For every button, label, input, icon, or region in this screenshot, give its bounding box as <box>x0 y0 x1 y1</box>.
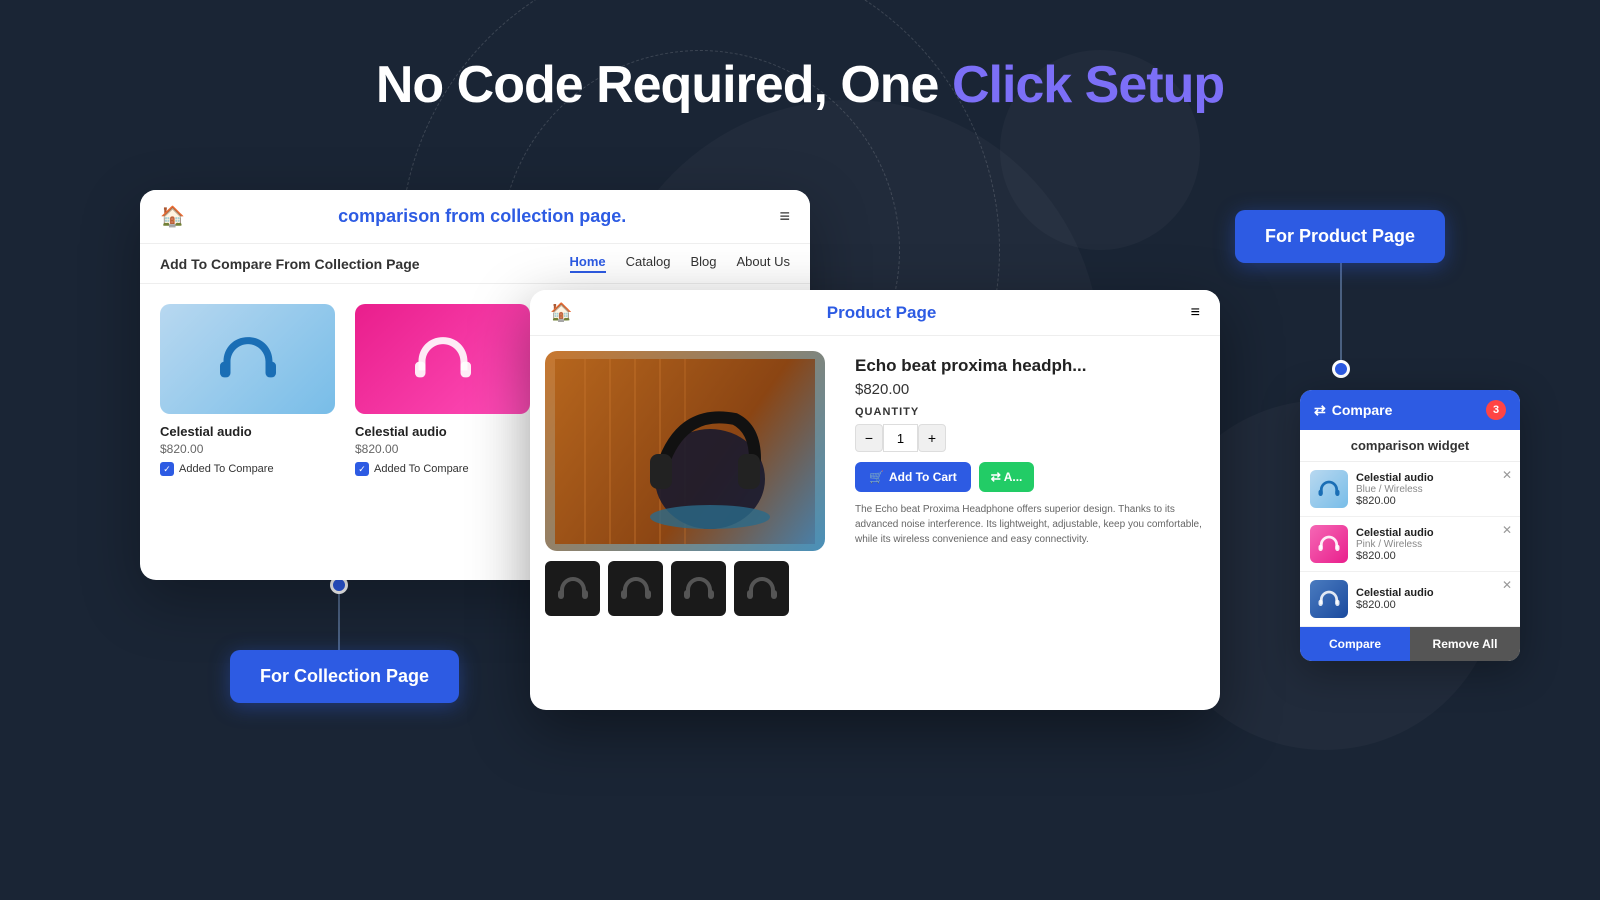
product-layout: Echo beat proxima headph... $820.00 QUAN… <box>545 351 1205 691</box>
product-thumbnails <box>545 561 840 616</box>
product-price-1: $820.00 <box>160 442 335 456</box>
product-description: The Echo beat Proxima Headphone offers s… <box>855 502 1205 547</box>
content-area: 🏠 comparison from collection page. ≡ Add… <box>0 160 1600 900</box>
widget-item-image-1 <box>1310 470 1348 508</box>
widget-item-close-2[interactable]: ✕ <box>1502 523 1512 537</box>
product-name-1: Celestial audio <box>160 424 335 439</box>
product-price-2: $820.00 <box>355 442 530 456</box>
widget-item-image-2 <box>1310 525 1348 563</box>
main-heading: No Code Required, One Click Setup <box>0 0 1600 115</box>
collection-topbar: 🏠 comparison from collection page. ≡ <box>140 190 810 244</box>
qty-decrease[interactable]: − <box>855 424 883 452</box>
compare-icon: ⇄ <box>1314 402 1326 419</box>
nav-catalog[interactable]: Catalog <box>626 254 671 273</box>
widget-item-price-3: $820.00 <box>1356 599 1510 611</box>
compare-header-label: ⇄ Compare <box>1314 402 1392 419</box>
heading-highlight: Click Setup <box>952 56 1224 114</box>
menu-icon[interactable]: ≡ <box>779 206 790 227</box>
widget-remove-button[interactable]: Remove All <box>1410 627 1520 661</box>
for-product-button[interactable]: For Product Page <box>1235 210 1445 263</box>
widget-item-info-1: Celestial audio Blue / Wireless $820.00 <box>1356 472 1510 507</box>
compare-label-2: Added To Compare <box>374 463 469 475</box>
nav-home[interactable]: Home <box>570 254 606 273</box>
connector-line-product <box>1340 262 1342 362</box>
nav-section-title: Add To Compare From Collection Page <box>160 256 420 272</box>
widget-item-info-3: Celestial audio $820.00 <box>1356 587 1510 611</box>
compare-checkbox-2[interactable]: ✓ <box>355 462 369 476</box>
product-image-1 <box>160 304 335 414</box>
product-panel: 🏠 Product Page ≡ <box>530 290 1220 710</box>
widget-item-variant-1: Blue / Wireless <box>1356 484 1510 495</box>
nav-about[interactable]: About Us <box>737 254 790 273</box>
product-compare-1: ✓ Added To Compare <box>160 462 335 476</box>
widget-item-price-1: $820.00 <box>1356 495 1510 507</box>
product-panel-body: Echo beat proxima headph... $820.00 QUAN… <box>530 336 1220 706</box>
widget-item-info-2: Celestial audio Pink / Wireless $820.00 <box>1356 527 1510 562</box>
quantity-label: QUANTITY <box>855 406 1205 418</box>
for-product-section: For Product Page <box>1235 210 1445 263</box>
product-left-col <box>545 351 840 691</box>
product-details: Echo beat proxima headph... $820.00 QUAN… <box>855 351 1205 691</box>
product-name-2: Celestial audio <box>355 424 530 439</box>
compare-arrows-icon: ⇄ <box>991 470 1001 484</box>
compare-checkbox-1[interactable]: ✓ <box>160 462 174 476</box>
product-home-icon[interactable]: 🏠 <box>550 302 572 323</box>
widget-item-price-2: $820.00 <box>1356 550 1510 562</box>
add-compare-button[interactable]: ⇄ A... <box>979 462 1035 492</box>
product-card-1: Celestial audio $820.00 ✓ Added To Compa… <box>160 304 335 476</box>
product-page-price: $820.00 <box>855 381 1205 398</box>
action-buttons: 🛒 Add To Cart ⇄ A... <box>855 462 1205 492</box>
product-panel-title: Product Page <box>827 303 937 323</box>
qty-value: 1 <box>883 424 918 452</box>
thumbnail-2[interactable] <box>608 561 663 616</box>
comparison-widget: ⇄ Compare 3 comparison widget Celestial … <box>1300 390 1520 661</box>
product-main-content: Echo beat proxima headph... $820.00 QUAN… <box>530 336 1220 706</box>
product-panel-topbar: 🏠 Product Page ≡ <box>530 290 1220 336</box>
product-card-2: Celestial audio $820.00 ✓ Added To Compa… <box>355 304 530 476</box>
cart-icon: 🛒 <box>869 470 884 484</box>
widget-item-2: Celestial audio Pink / Wireless $820.00 … <box>1300 517 1520 572</box>
connector-dot-product <box>1332 360 1350 378</box>
home-icon[interactable]: 🏠 <box>160 204 185 229</box>
nav-links: Home Catalog Blog About Us <box>570 254 790 273</box>
widget-item-name-3: Celestial audio <box>1356 587 1510 599</box>
add-to-cart-button[interactable]: 🛒 Add To Cart <box>855 462 971 492</box>
widget-compare-button[interactable]: Compare <box>1300 627 1410 661</box>
collection-nav: Add To Compare From Collection Page Home… <box>140 244 810 284</box>
widget-item-image-3 <box>1310 580 1348 618</box>
qty-increase[interactable]: + <box>918 424 946 452</box>
widget-item-3: Celestial audio $820.00 ✕ <box>1300 572 1520 627</box>
widget-title: comparison widget <box>1300 430 1520 462</box>
quantity-control: − 1 + <box>855 424 1205 452</box>
heading-text: No Code Required, One <box>376 56 952 114</box>
thumbnail-3[interactable] <box>671 561 726 616</box>
product-compare-2: ✓ Added To Compare <box>355 462 530 476</box>
collection-panel-title: comparison from collection page. <box>338 206 626 227</box>
thumbnail-1[interactable] <box>545 561 600 616</box>
headphone-blue-img <box>160 304 335 414</box>
widget-actions: Compare Remove All <box>1300 627 1520 661</box>
widget-item-1: Celestial audio Blue / Wireless $820.00 … <box>1300 462 1520 517</box>
thumbnail-4[interactable] <box>734 561 789 616</box>
compare-count-badge: 3 <box>1486 400 1506 420</box>
widget-item-name-2: Celestial audio <box>1356 527 1510 539</box>
widget-item-name-1: Celestial audio <box>1356 472 1510 484</box>
nav-blog[interactable]: Blog <box>690 254 716 273</box>
headphone-pink-img <box>355 304 530 414</box>
product-image-2 <box>355 304 530 414</box>
product-menu-icon[interactable]: ≡ <box>1191 304 1200 322</box>
widget-item-close-1[interactable]: ✕ <box>1502 468 1512 482</box>
product-hero-image <box>545 351 825 551</box>
for-collection-button[interactable]: For Collection Page <box>230 650 459 703</box>
for-collection-section: For Collection Page <box>230 650 459 703</box>
compare-label-1: Added To Compare <box>179 463 274 475</box>
widget-item-variant-2: Pink / Wireless <box>1356 539 1510 550</box>
compare-header[interactable]: ⇄ Compare 3 <box>1300 390 1520 430</box>
product-name: Echo beat proxima headph... <box>855 356 1205 376</box>
widget-item-close-3[interactable]: ✕ <box>1502 578 1512 592</box>
